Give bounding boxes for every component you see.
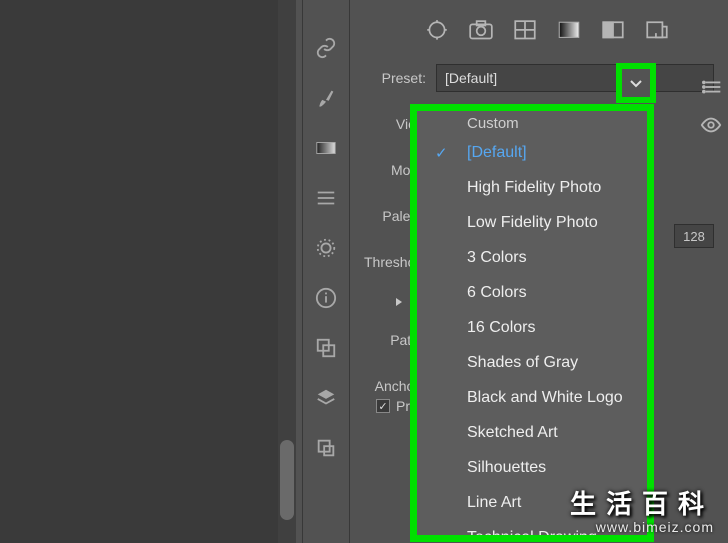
artboards-icon[interactable] xyxy=(314,436,338,460)
trace-icon[interactable] xyxy=(314,336,338,360)
preview-checkbox[interactable]: ✓ xyxy=(376,399,390,413)
preset-menu-item[interactable]: Low Fidelity Photo xyxy=(417,205,647,240)
outline-icon[interactable] xyxy=(644,20,670,40)
preset-menu-item[interactable]: 6 Colors xyxy=(417,275,647,310)
gradient-swatch-icon[interactable] xyxy=(556,20,582,40)
halftone-icon[interactable] xyxy=(600,20,626,40)
highlight-dropdown-menu: Custom [Default]High Fidelity PhotoLow F… xyxy=(410,104,654,542)
preset-menu-item[interactable]: 3 Colors xyxy=(417,240,647,275)
brushes-icon[interactable] xyxy=(314,86,338,110)
preset-dropdown[interactable]: [Default] xyxy=(436,64,714,92)
preset-options-menu-icon[interactable] xyxy=(702,76,724,98)
triangle-right-icon xyxy=(394,297,404,307)
canvas-area xyxy=(0,0,278,543)
gradient-icon[interactable] xyxy=(314,136,338,160)
preset-menu-item[interactable]: Silhouettes xyxy=(417,450,647,485)
trace-preset-thumbnails xyxy=(424,20,714,40)
preset-value: [Default] xyxy=(445,70,497,86)
preset-menu-item[interactable]: Black and White Logo xyxy=(417,380,647,415)
preset-menu-item[interactable]: 16 Colors xyxy=(417,310,647,345)
menu-item-fragment: Custom xyxy=(417,119,647,135)
preset-menu-item[interactable]: Technical Drawing xyxy=(417,520,647,535)
grid-icon[interactable] xyxy=(512,20,538,40)
visibility-eye-icon[interactable] xyxy=(700,114,722,136)
link-icon[interactable] xyxy=(314,36,338,60)
preset-menu-item[interactable]: [Default] xyxy=(417,135,647,170)
layers-icon[interactable] xyxy=(314,386,338,410)
camera-icon[interactable] xyxy=(468,20,494,40)
threshold-value-input[interactable]: 128 xyxy=(674,224,714,248)
preset-menu-item[interactable]: Line Art xyxy=(417,485,647,520)
preset-label: Preset: xyxy=(364,70,436,86)
scrollbar-thumb[interactable] xyxy=(280,440,294,520)
preset-menu-item[interactable]: High Fidelity Photo xyxy=(417,170,647,205)
scrollbar-track[interactable] xyxy=(278,0,296,543)
appearance-icon[interactable] xyxy=(314,236,338,260)
info-icon[interactable] xyxy=(314,286,338,310)
preset-dropdown-chevron[interactable] xyxy=(622,69,650,97)
preset-menu-item[interactable]: Sketched Art xyxy=(417,415,647,450)
auto-color-icon[interactable] xyxy=(424,20,450,40)
lines-icon[interactable] xyxy=(314,186,338,210)
preset-dropdown-menu: Custom [Default]High Fidelity PhotoLow F… xyxy=(417,111,647,535)
panel-tab-column xyxy=(302,0,350,543)
chevron-down-icon xyxy=(628,75,644,91)
highlight-dropdown-chevron xyxy=(616,63,656,103)
preset-menu-item[interactable]: Shades of Gray xyxy=(417,345,647,380)
preset-row: Preset: [Default] xyxy=(364,64,714,92)
